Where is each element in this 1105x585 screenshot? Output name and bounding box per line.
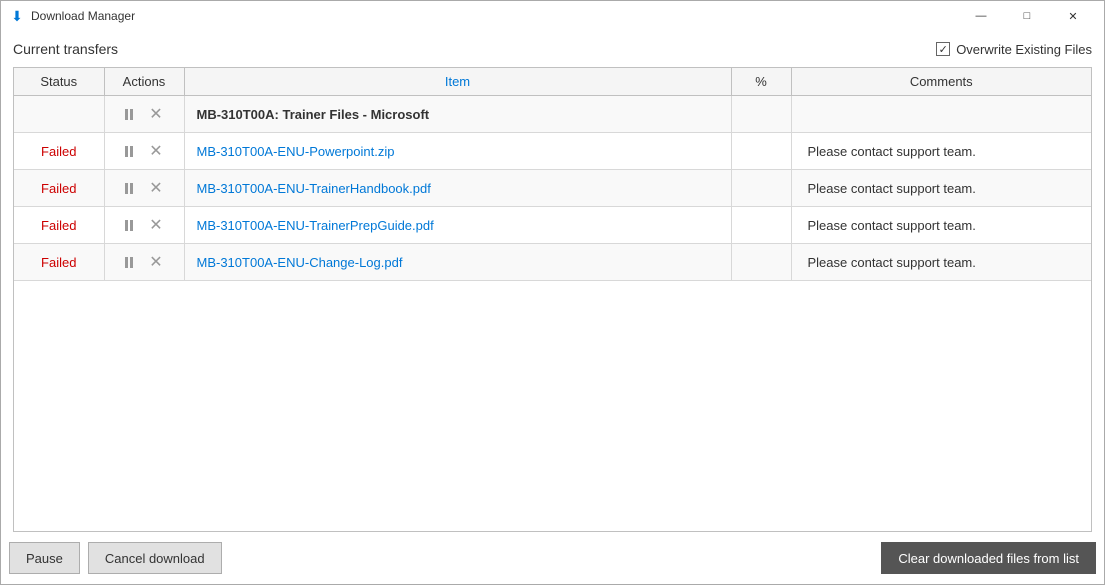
table-row: Failed ✕: [14, 170, 1091, 207]
row-percent: [731, 170, 791, 207]
downloads-table: Status Actions Item % Comments: [14, 68, 1091, 281]
cancel-download-button[interactable]: Cancel download: [88, 542, 222, 574]
table-row: Failed ✕: [14, 244, 1091, 281]
pause-button-row5[interactable]: [121, 255, 137, 270]
app-icon: ⬇: [9, 8, 25, 24]
table-row: Failed ✕: [14, 207, 1091, 244]
row-item-name: MB-310T00A-ENU-TrainerPrepGuide.pdf: [184, 207, 731, 244]
pause-icon: [125, 146, 133, 157]
pause-icon: [125, 220, 133, 231]
minimize-button[interactable]: —: [958, 1, 1004, 31]
row-item-name: MB-310T00A-ENU-TrainerHandbook.pdf: [184, 170, 731, 207]
pause-button[interactable]: Pause: [9, 542, 80, 574]
row-percent: [731, 207, 791, 244]
row-status: Failed: [14, 133, 104, 170]
window-title: Download Manager: [31, 9, 958, 23]
row-comments: Please contact support team.: [791, 207, 1091, 244]
row-percent: [731, 96, 791, 133]
title-bar: ⬇ Download Manager — □ ✕: [1, 1, 1104, 31]
action-buttons: ✕: [113, 102, 176, 126]
row-status: [14, 96, 104, 133]
table-row: ✕ MB-310T00A: Trainer Files - Microsoft: [14, 96, 1091, 133]
row-item-name: MB-310T00A: Trainer Files - Microsoft: [184, 96, 731, 133]
row-comments: [791, 96, 1091, 133]
pause-button-row2[interactable]: [121, 144, 137, 159]
window-controls: — □ ✕: [958, 1, 1096, 31]
pause-icon: [125, 257, 133, 268]
row-percent: [731, 133, 791, 170]
row-actions: ✕: [104, 96, 184, 133]
cancel-button-row4[interactable]: ✕: [145, 213, 166, 237]
pause-button-row4[interactable]: [121, 218, 137, 233]
row-item-name: MB-310T00A-ENU-Change-Log.pdf: [184, 244, 731, 281]
current-transfers-label: Current transfers: [13, 41, 118, 57]
col-header-percent: %: [731, 68, 791, 96]
footer-left-buttons: Pause Cancel download: [9, 542, 222, 574]
action-buttons: ✕: [113, 176, 176, 200]
row-percent: [731, 244, 791, 281]
table-header-row: Status Actions Item % Comments: [14, 68, 1091, 96]
col-header-status: Status: [14, 68, 104, 96]
table-row: Failed ✕: [14, 133, 1091, 170]
col-header-actions: Actions: [104, 68, 184, 96]
pause-icon: [125, 183, 133, 194]
col-header-comments: Comments: [791, 68, 1091, 96]
top-bar: Current transfers Overwrite Existing Fil…: [13, 41, 1092, 57]
action-buttons: ✕: [113, 139, 176, 163]
downloads-table-container: Status Actions Item % Comments: [13, 67, 1092, 532]
action-buttons: ✕: [113, 213, 176, 237]
row-status: Failed: [14, 207, 104, 244]
row-comments: Please contact support team.: [791, 244, 1091, 281]
col-header-item: Item: [184, 68, 731, 96]
overwrite-existing-label[interactable]: Overwrite Existing Files: [936, 42, 1092, 57]
cancel-button-row3[interactable]: ✕: [145, 176, 166, 200]
cancel-button-row1[interactable]: ✕: [145, 102, 166, 126]
overwrite-text: Overwrite Existing Files: [956, 42, 1092, 57]
cancel-button-row5[interactable]: ✕: [145, 250, 166, 274]
pause-icon: [125, 109, 133, 120]
row-status: Failed: [14, 170, 104, 207]
clear-downloaded-button[interactable]: Clear downloaded files from list: [881, 542, 1096, 574]
main-window: ⬇ Download Manager — □ ✕ Current transfe…: [0, 0, 1105, 585]
row-status: Failed: [14, 244, 104, 281]
row-actions: ✕: [104, 207, 184, 244]
row-actions: ✕: [104, 170, 184, 207]
pause-button-row1[interactable]: [121, 107, 137, 122]
overwrite-checkbox[interactable]: [936, 42, 950, 56]
row-comments: Please contact support team.: [791, 133, 1091, 170]
row-actions: ✕: [104, 244, 184, 281]
pause-button-row3[interactable]: [121, 181, 137, 196]
action-buttons: ✕: [113, 250, 176, 274]
close-button[interactable]: ✕: [1050, 1, 1096, 31]
content-area: Current transfers Overwrite Existing Fil…: [1, 31, 1104, 532]
row-comments: Please contact support team.: [791, 170, 1091, 207]
footer-bar: Pause Cancel download Clear downloaded f…: [1, 532, 1104, 584]
row-item-name: MB-310T00A-ENU-Powerpoint.zip: [184, 133, 731, 170]
row-actions: ✕: [104, 133, 184, 170]
maximize-button[interactable]: □: [1004, 1, 1050, 31]
cancel-button-row2[interactable]: ✕: [145, 139, 166, 163]
